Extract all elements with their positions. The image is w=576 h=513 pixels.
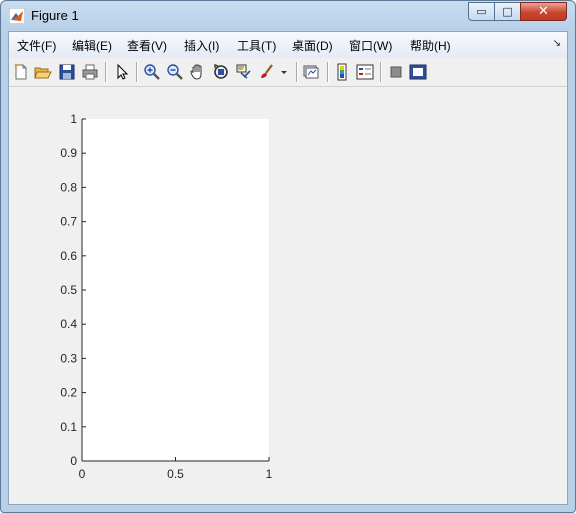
insert-legend-icon[interactable]: [356, 63, 374, 81]
minimize-button[interactable]: ▭: [468, 2, 495, 21]
x-tick-label: 0.5: [167, 467, 184, 481]
x-tick-label: 1: [266, 467, 273, 481]
new-figure-icon[interactable]: [12, 63, 30, 81]
pan-hand-icon[interactable]: [189, 63, 207, 81]
menu-insert[interactable]: 插入(I): [184, 37, 219, 54]
maximize-button[interactable]: □: [494, 2, 521, 21]
axes-chart[interactable]: 0 0.1 0.2 0.3 0.4 0.5 0.6 0.7 0.8 0.9 1 0 0.5 1: [9, 87, 567, 504]
menu-view[interactable]: 查看(V): [127, 37, 167, 54]
zoom-in-icon[interactable]: [143, 63, 161, 81]
close-icon: ✕: [538, 4, 549, 19]
insert-colorbar-icon[interactable]: [333, 63, 351, 81]
hide-plot-tools-icon[interactable]: [387, 63, 405, 81]
print-icon[interactable]: [81, 63, 99, 81]
toolbar-separator: [136, 62, 137, 82]
menubar-dock-icon[interactable]: ↘: [553, 38, 561, 49]
figure-window: Figure 1 ▭ □ ✕ 文件(F) 编辑(E) 查看(V) 插入(I) 工…: [0, 0, 576, 513]
close-button[interactable]: ✕: [520, 2, 567, 21]
y-tick-label: 1: [70, 112, 77, 126]
toolbar-separator: [380, 62, 381, 82]
menu-edit[interactable]: 编辑(E): [72, 37, 112, 54]
window-title: Figure 1: [31, 8, 79, 23]
y-tick-label: 0.5: [60, 283, 77, 297]
y-tick-label: 0.6: [60, 249, 77, 263]
toolbar-separator: [296, 62, 297, 82]
maximize-icon: □: [502, 5, 513, 18]
y-tick-label: 0.4: [60, 317, 77, 331]
title-bar[interactable]: Figure 1 ▭ □ ✕: [1, 1, 575, 31]
y-tick-label: 0.2: [60, 386, 77, 400]
matlab-logo-icon: [8, 7, 26, 25]
y-tick-label: 0.1: [60, 420, 77, 434]
menu-window[interactable]: 窗口(W): [349, 37, 392, 54]
brush-dropdown-icon[interactable]: [280, 63, 289, 81]
y-tick-label: 0.8: [60, 180, 77, 194]
rotate-3d-icon[interactable]: [212, 63, 230, 81]
open-file-icon[interactable]: [34, 63, 52, 81]
x-tick-label: 0: [79, 467, 86, 481]
show-plot-tools-icon[interactable]: [409, 63, 427, 81]
menu-bar: 文件(F) 编辑(E) 查看(V) 插入(I) 工具(T) 桌面(D) 窗口(W…: [9, 32, 567, 59]
edit-plot-arrow-icon[interactable]: [113, 63, 131, 81]
minimize-icon: ▭: [476, 5, 487, 18]
menu-help[interactable]: 帮助(H): [410, 37, 451, 54]
y-tick-label: 0: [70, 454, 77, 468]
toolbar-separator: [327, 62, 328, 82]
figure-toolbar: [9, 58, 567, 87]
figure-client-area: 文件(F) 编辑(E) 查看(V) 插入(I) 工具(T) 桌面(D) 窗口(W…: [8, 31, 568, 505]
zoom-out-icon[interactable]: [166, 63, 184, 81]
menu-tools[interactable]: 工具(T): [237, 37, 276, 54]
link-plot-icon[interactable]: [302, 63, 320, 81]
y-tick-label: 0.9: [60, 146, 77, 160]
menu-file[interactable]: 文件(F): [17, 37, 56, 54]
save-icon[interactable]: [58, 63, 76, 81]
toolbar-separator: [105, 62, 106, 82]
axes-background: [82, 119, 269, 461]
y-tick-label: 0.3: [60, 351, 77, 365]
figure-canvas[interactable]: 0 0.1 0.2 0.3 0.4 0.5 0.6 0.7 0.8 0.9 1 0 0.5 1: [9, 87, 567, 504]
menu-desktop[interactable]: 桌面(D): [292, 37, 333, 54]
data-cursor-icon[interactable]: [235, 63, 253, 81]
brush-icon[interactable]: [258, 63, 276, 81]
y-tick-label: 0.7: [60, 215, 77, 229]
